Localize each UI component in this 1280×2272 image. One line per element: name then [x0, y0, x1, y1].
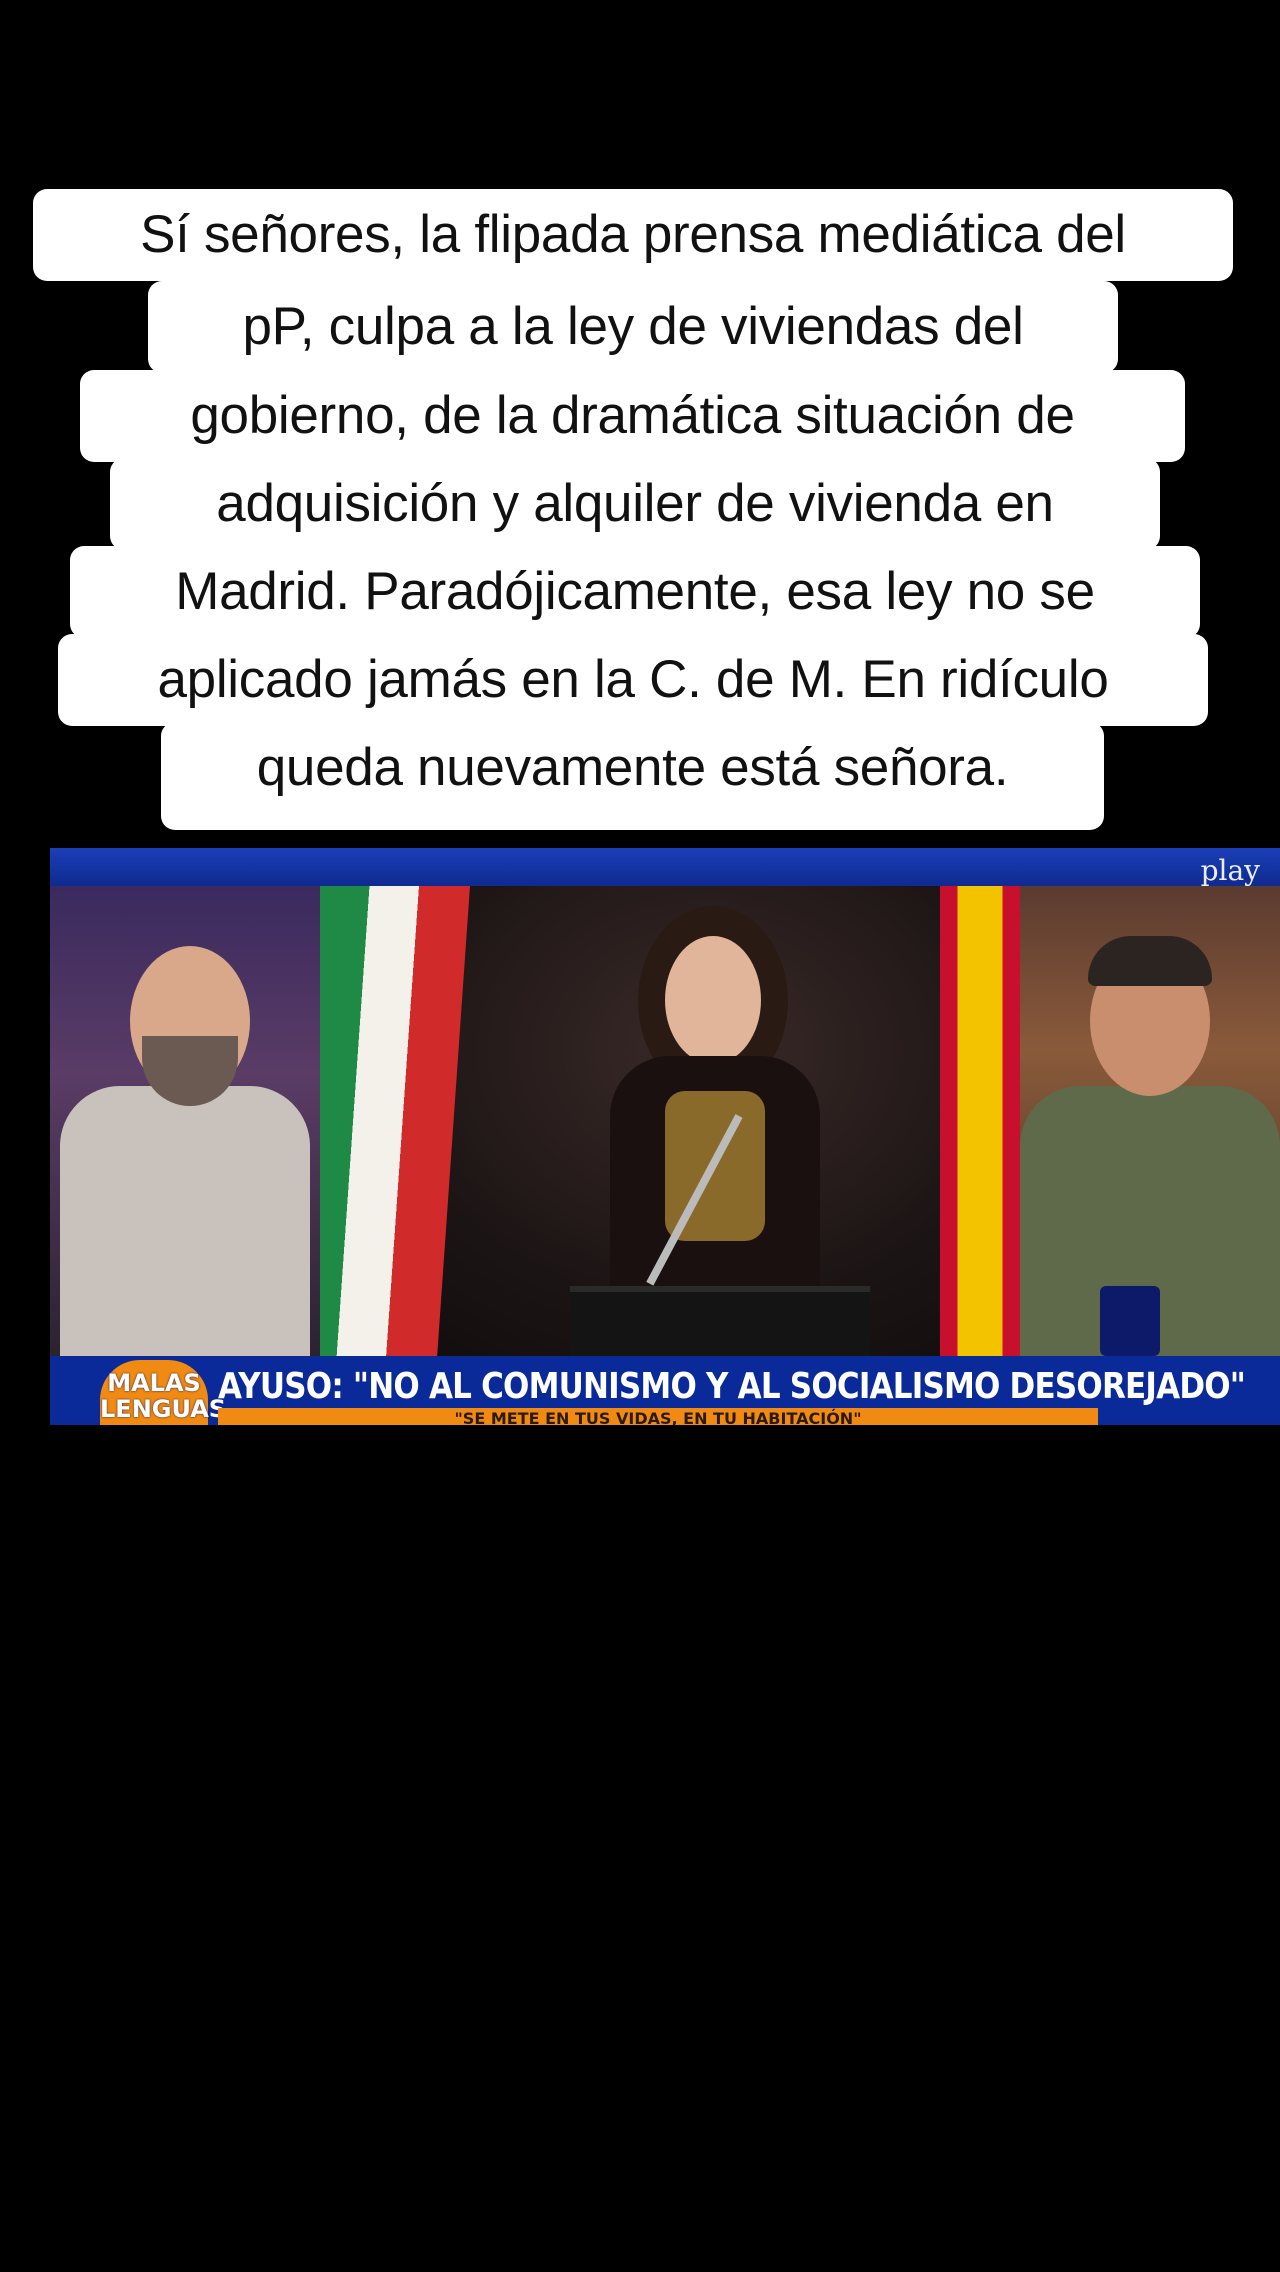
- caption-line: pP, culpa a la ley de viviendas del: [148, 281, 1118, 373]
- caption-line: gobierno, de la dramática situación de: [80, 370, 1185, 462]
- caption-line: aplicado jamás en la C. de M. En ridícul…: [58, 634, 1208, 726]
- lower-third: MALAS LENGUAS AYUSO: "NO AL COMUNISMO Y …: [50, 1356, 1280, 1425]
- guest-left-body: [60, 1086, 310, 1356]
- caption-line: Sí señores, la flipada prensa mediática …: [33, 189, 1233, 281]
- podium: [570, 1286, 870, 1356]
- caption-line: Madrid. Paradójicamente, esa ley no se: [70, 546, 1200, 638]
- guest-right-hair: [1088, 936, 1212, 986]
- mug: [1100, 1286, 1160, 1356]
- show-logo: MALAS LENGUAS: [100, 1360, 227, 1425]
- broadcast-top-bar: play: [50, 848, 1280, 886]
- caption-overlay: Sí señores, la flipada prensa mediática …: [0, 0, 1280, 840]
- caption-line: queda nuevamente está señora.: [161, 722, 1104, 830]
- mexico-flag: [320, 886, 470, 1356]
- speaker-face: [665, 936, 761, 1064]
- spain-flag: [940, 886, 1020, 1356]
- show-logo-line1: MALAS: [107, 1369, 201, 1397]
- left-guest-panel: [50, 886, 320, 1356]
- right-guest-panel: [1020, 886, 1280, 1356]
- channel-logo: play: [1200, 854, 1260, 887]
- video-frame[interactable]: play MALAS LENGUAS AYUSO: "NO AL COMUNIS…: [50, 848, 1280, 1425]
- news-subheadline-bar: "SE METE EN TUS VIDAS, EN TU HABITACIÓN": [218, 1408, 1098, 1425]
- caption-line: adquisición y alquiler de vivienda en: [110, 458, 1160, 550]
- news-subheadline: "SE METE EN TUS VIDAS, EN TU HABITACIÓN": [454, 1409, 862, 1426]
- center-speaker-panel: [320, 886, 1020, 1356]
- show-logo-line2: LENGUAS: [100, 1395, 227, 1423]
- news-headline: AYUSO: "NO AL COMUNISMO Y AL SOCIALISMO …: [218, 1365, 1246, 1407]
